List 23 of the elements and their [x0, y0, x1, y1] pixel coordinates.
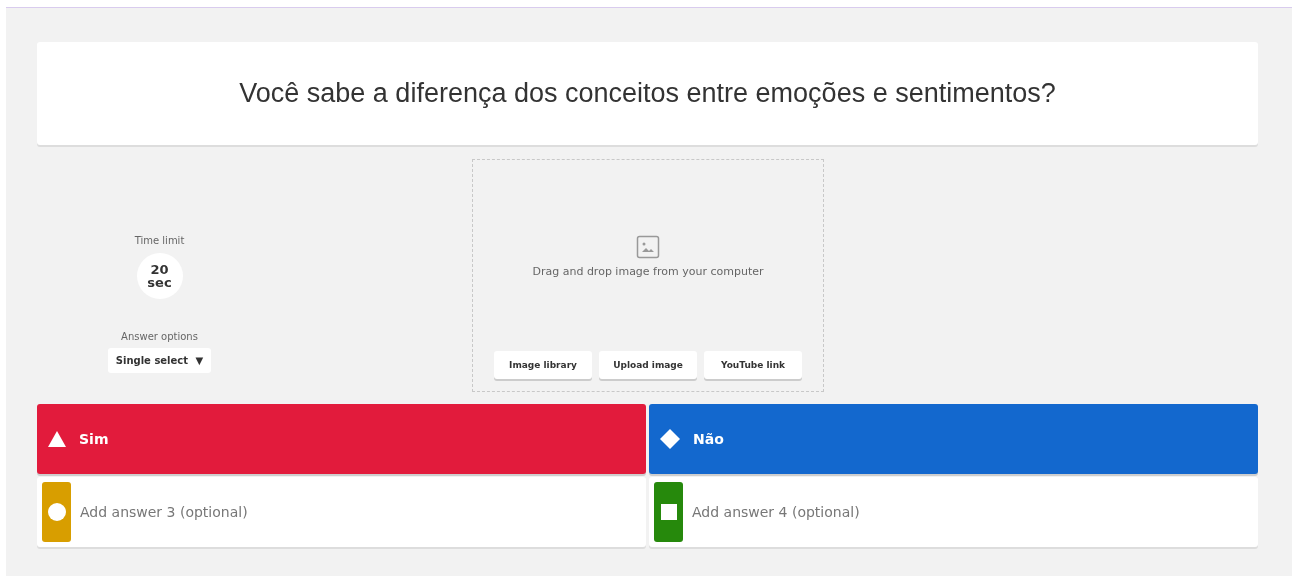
- image-drop-zone[interactable]: Drag and drop image from your computer Image library Upload image YouTube link: [472, 159, 824, 392]
- media-button[interactable]: YouTube link: [704, 351, 802, 379]
- image-icon: [636, 235, 660, 259]
- answer-options-dropdown[interactable]: Single select ▼: [107, 348, 212, 373]
- answer-text: Não: [693, 431, 724, 447]
- answer-card[interactable]: Sim: [37, 404, 646, 474]
- answer-text: Sim: [79, 431, 109, 447]
- answer-card[interactable]: Não: [649, 404, 1258, 474]
- answer-placeholder: Add answer 3 (optional): [80, 504, 248, 520]
- media-button[interactable]: Image library: [494, 351, 592, 379]
- triangle-icon: [47, 429, 67, 449]
- drop-hint: Drag and drop image from your computer: [532, 265, 764, 278]
- time-limit-button[interactable]: 20 sec: [136, 253, 183, 299]
- diamond-icon: [659, 428, 681, 450]
- answer-field[interactable]: Add answer 4 (optional): [649, 477, 1258, 547]
- answer-placeholder: Add answer 4 (optional): [692, 504, 860, 520]
- circle-icon: [46, 502, 67, 522]
- answer-field[interactable]: Add answer 3 (optional): [37, 477, 646, 547]
- media-button[interactable]: Upload image: [599, 351, 697, 379]
- square-icon: [659, 503, 678, 521]
- time-limit-label: Time limit: [134, 235, 185, 246]
- answer-options-label: Answer options: [121, 331, 198, 342]
- question-field[interactable]: Você sabe a diferença dos conceitos entre emoções e sentimentos?: [37, 42, 1258, 145]
